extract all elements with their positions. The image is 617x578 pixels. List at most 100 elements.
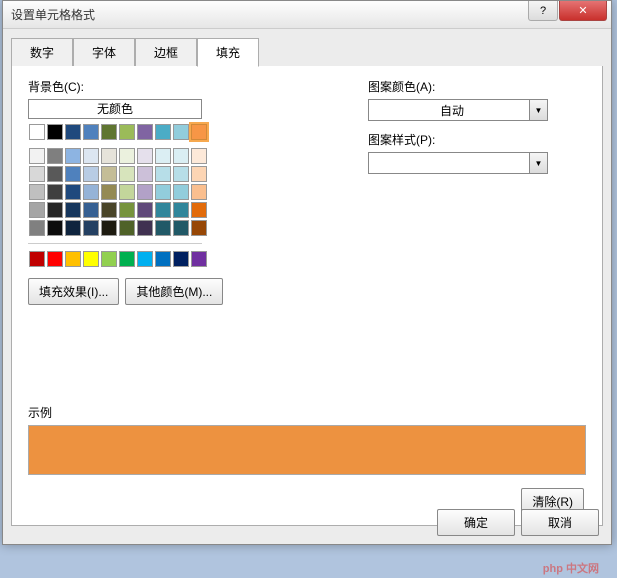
color-swatch[interactable]: [155, 202, 171, 218]
color-swatch[interactable]: [191, 202, 207, 218]
sample-preview: [28, 425, 586, 475]
titlebar-buttons: ? ✕: [528, 1, 611, 21]
color-swatch[interactable]: [137, 184, 153, 200]
tab-panel-fill: 背景色(C): 无颜色 填充效果(I)... 其他颜色(M)... 图案颜色(A…: [11, 66, 603, 526]
color-swatch[interactable]: [173, 148, 189, 164]
color-swatch[interactable]: [83, 124, 99, 140]
color-swatch[interactable]: [47, 148, 63, 164]
tab-填充[interactable]: 填充: [197, 38, 259, 67]
pattern-color-label: 图案颜色(A):: [368, 78, 576, 95]
color-swatch[interactable]: [137, 220, 153, 236]
tab-数字[interactable]: 数字: [11, 38, 73, 66]
color-swatch[interactable]: [65, 251, 81, 267]
color-swatch[interactable]: [101, 220, 117, 236]
color-swatch[interactable]: [119, 124, 135, 140]
color-swatch[interactable]: [173, 124, 189, 140]
color-swatch[interactable]: [173, 220, 189, 236]
tab-字体[interactable]: 字体: [73, 38, 135, 66]
color-swatch[interactable]: [119, 166, 135, 182]
color-swatch[interactable]: [29, 184, 45, 200]
color-swatch[interactable]: [65, 220, 81, 236]
pattern-style-combo[interactable]: [368, 152, 548, 174]
color-swatch[interactable]: [29, 166, 45, 182]
color-swatch[interactable]: [65, 148, 81, 164]
close-button[interactable]: ✕: [559, 1, 607, 21]
dialog-footer: 确定 取消: [437, 509, 599, 536]
color-swatch[interactable]: [155, 166, 171, 182]
color-swatch[interactable]: [155, 251, 171, 267]
color-swatch[interactable]: [47, 251, 63, 267]
color-swatch[interactable]: [173, 166, 189, 182]
color-swatch[interactable]: [101, 148, 117, 164]
color-swatch[interactable]: [29, 202, 45, 218]
color-swatch[interactable]: [119, 148, 135, 164]
color-swatch[interactable]: [119, 220, 135, 236]
color-swatch[interactable]: [29, 251, 45, 267]
format-cells-dialog: 设置单元格格式 ? ✕ 数字字体边框填充 背景色(C): 无颜色 填充效果(I)…: [2, 0, 612, 545]
help-button[interactable]: ?: [528, 1, 558, 21]
color-swatch[interactable]: [191, 220, 207, 236]
color-swatch[interactable]: [101, 166, 117, 182]
color-swatch[interactable]: [173, 251, 189, 267]
dialog-content: 数字字体边框填充 背景色(C): 无颜色 填充效果(I)... 其他颜色(M).…: [3, 29, 611, 534]
color-swatch[interactable]: [155, 124, 171, 140]
color-palette: [28, 123, 318, 268]
color-swatch[interactable]: [47, 184, 63, 200]
color-swatch[interactable]: [119, 251, 135, 267]
color-swatch[interactable]: [155, 148, 171, 164]
color-swatch[interactable]: [137, 124, 153, 140]
pattern-color-value: 自动: [375, 102, 529, 119]
color-swatch[interactable]: [137, 251, 153, 267]
color-swatch[interactable]: [191, 124, 207, 140]
color-swatch[interactable]: [101, 184, 117, 200]
color-swatch[interactable]: [83, 166, 99, 182]
fill-effects-button[interactable]: 填充效果(I)...: [28, 278, 119, 305]
color-swatch[interactable]: [29, 220, 45, 236]
color-swatch[interactable]: [47, 202, 63, 218]
color-swatch[interactable]: [137, 166, 153, 182]
color-swatch[interactable]: [119, 184, 135, 200]
color-swatch[interactable]: [65, 124, 81, 140]
color-swatch[interactable]: [83, 220, 99, 236]
color-swatch[interactable]: [65, 184, 81, 200]
color-swatch[interactable]: [191, 184, 207, 200]
color-swatch[interactable]: [101, 202, 117, 218]
color-swatch[interactable]: [29, 148, 45, 164]
tab-strip: 数字字体边框填充: [11, 38, 603, 67]
color-swatch[interactable]: [83, 148, 99, 164]
bgcolor-label: 背景色(C):: [28, 78, 318, 95]
color-swatch[interactable]: [47, 124, 63, 140]
color-swatch[interactable]: [191, 251, 207, 267]
color-swatch[interactable]: [155, 220, 171, 236]
color-swatch[interactable]: [47, 166, 63, 182]
color-swatch[interactable]: [191, 166, 207, 182]
color-swatch[interactable]: [101, 124, 117, 140]
ok-button[interactable]: 确定: [437, 509, 515, 536]
color-swatch[interactable]: [173, 202, 189, 218]
color-swatch[interactable]: [173, 184, 189, 200]
color-swatch[interactable]: [191, 148, 207, 164]
chevron-down-icon: [529, 100, 547, 120]
color-swatch[interactable]: [83, 251, 99, 267]
color-swatch[interactable]: [155, 184, 171, 200]
color-swatch[interactable]: [83, 202, 99, 218]
titlebar: 设置单元格格式 ? ✕: [3, 1, 611, 29]
color-swatch[interactable]: [119, 202, 135, 218]
more-colors-button[interactable]: 其他颜色(M)...: [125, 278, 223, 305]
dialog-title: 设置单元格格式: [11, 6, 95, 23]
color-swatch[interactable]: [65, 202, 81, 218]
chevron-down-icon: [529, 153, 547, 173]
color-swatch[interactable]: [65, 166, 81, 182]
color-swatch[interactable]: [29, 124, 45, 140]
pattern-color-combo[interactable]: 自动: [368, 99, 548, 121]
cancel-button[interactable]: 取消: [521, 509, 599, 536]
tab-边框[interactable]: 边框: [135, 38, 197, 66]
color-swatch[interactable]: [137, 202, 153, 218]
color-swatch[interactable]: [83, 184, 99, 200]
color-swatch[interactable]: [137, 148, 153, 164]
color-swatch[interactable]: [47, 220, 63, 236]
color-swatch[interactable]: [101, 251, 117, 267]
sample-label: 示例: [28, 404, 586, 421]
watermark: php 中文网: [543, 560, 599, 576]
no-color-button[interactable]: 无颜色: [28, 99, 202, 119]
